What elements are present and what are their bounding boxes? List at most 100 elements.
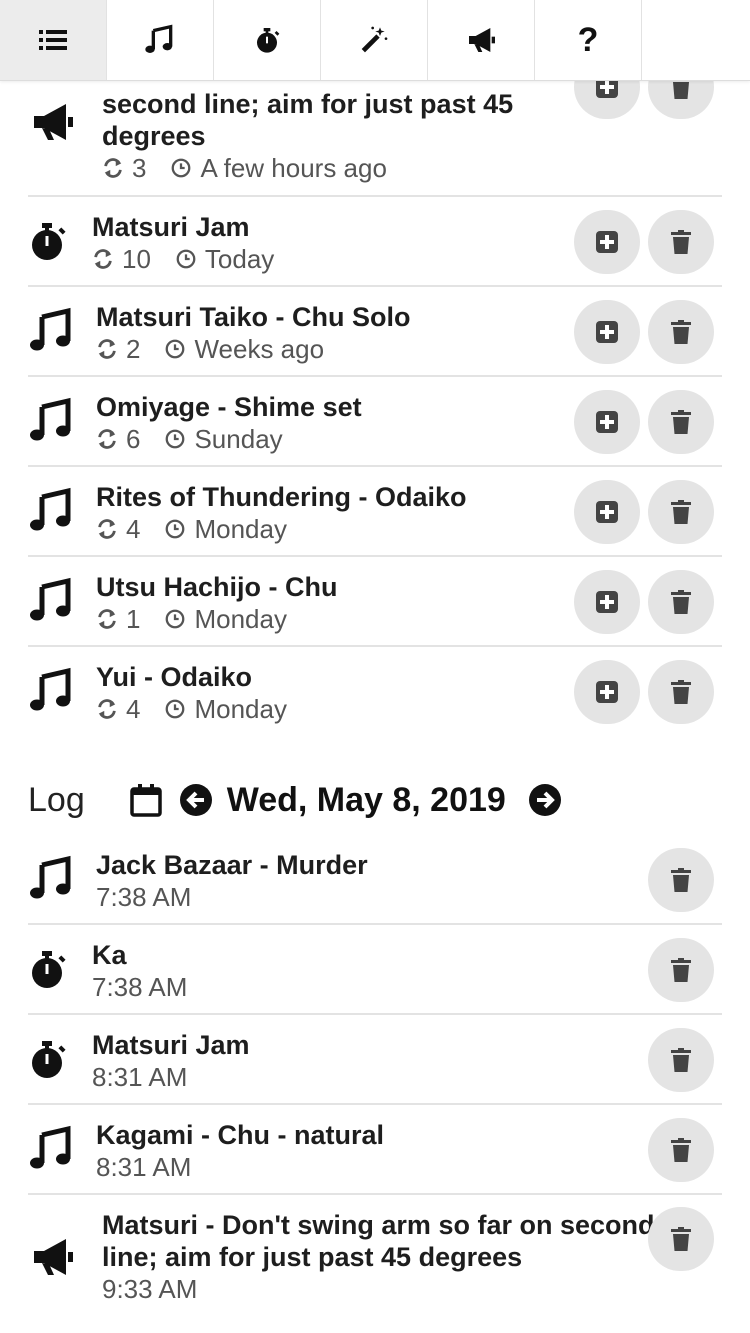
item-meta: 4 Monday: [96, 513, 467, 545]
entry-time: 8:31 AM: [92, 1062, 188, 1092]
delete-button[interactable]: [648, 660, 714, 724]
tab-list[interactable]: [0, 0, 107, 80]
item-title: Matsuri Jam: [92, 212, 250, 242]
log-entry[interactable]: Kagami - Chu - natural 8:31 AM: [28, 1105, 722, 1195]
log-entry[interactable]: Matsuri Jam 8:31 AM: [28, 1015, 722, 1105]
entry-title: Jack Bazaar - Murder: [96, 850, 368, 880]
music-note-icon: [145, 24, 173, 53]
entry-title: Matsuri Jam: [92, 1030, 250, 1060]
list-item[interactable]: Yui - Odaiko 4 Monday: [28, 647, 722, 735]
log-entry[interactable]: Ka 7:38 AM: [28, 925, 722, 1015]
plus-square-icon: [596, 501, 618, 523]
trash-icon: [671, 680, 691, 704]
add-to-log-button[interactable]: [574, 570, 640, 634]
megaphone-icon: [34, 1239, 73, 1275]
entry-time: 9:33 AM: [102, 1274, 198, 1304]
item-meta: 6 Sunday: [96, 423, 362, 455]
entry-time: 8:31 AM: [96, 1152, 192, 1182]
trash-icon: [671, 500, 691, 524]
delete-button[interactable]: [648, 1207, 714, 1271]
add-to-log-button[interactable]: [574, 390, 640, 454]
list-item[interactable]: Rites of Thundering - Odaiko 4 Monday: [28, 467, 722, 557]
repeat-count: 4: [126, 694, 141, 724]
repeat-icon: [94, 249, 112, 269]
music-note-icon: [30, 577, 71, 621]
add-to-log-button[interactable]: [574, 660, 640, 724]
music-note-icon: [30, 1125, 71, 1169]
delete-button[interactable]: [648, 570, 714, 634]
tab-notes[interactable]: [428, 0, 535, 80]
entry-title: Ka: [92, 940, 127, 970]
list-item[interactable]: Matsuri Taiko - Chu Solo 2 Weeks ago: [28, 287, 722, 377]
delete-button[interactable]: [648, 1118, 714, 1182]
music-note-icon: [30, 487, 71, 531]
repeat-icon: [104, 158, 122, 178]
add-to-log-button[interactable]: [574, 210, 640, 274]
repeat-icon: [98, 339, 116, 359]
delete-button[interactable]: [648, 1028, 714, 1092]
tab-bar-spacer: [642, 0, 750, 80]
delete-button[interactable]: [648, 210, 714, 274]
log-header: Log Wed, May 8, 2019: [28, 770, 722, 830]
list-item[interactable]: Utsu Hachijo - Chu 1 Monday: [28, 557, 722, 647]
stopwatch-icon: [32, 1041, 66, 1078]
repeat-count: 4: [126, 514, 141, 544]
log-entry[interactable]: Matsuri - Don't swing arm so far on seco…: [28, 1195, 722, 1320]
trash-icon: [671, 1048, 691, 1072]
trash-icon: [671, 590, 691, 614]
plus-square-icon: [596, 231, 618, 253]
delete-button[interactable]: [648, 480, 714, 544]
log-heading: Log: [28, 780, 85, 819]
stopwatch-icon: [32, 223, 66, 260]
add-to-log-button[interactable]: [574, 480, 640, 544]
list-item[interactable]: Omiyage - Shime set 6 Sunday: [28, 377, 722, 467]
tab-help[interactable]: ?: [535, 0, 642, 80]
stopwatch-icon: [257, 28, 280, 53]
list-item[interactable]: Matsuri Jam 10 Today: [28, 197, 722, 287]
magic-wand-icon: [361, 26, 388, 53]
plus-square-icon: [596, 411, 618, 433]
repeat-icon: [98, 609, 116, 629]
last-practiced: Weeks ago: [194, 334, 325, 364]
item-meta: 3 A few hours ago: [102, 152, 513, 184]
item-meta: 2 Weeks ago: [96, 333, 411, 365]
plus-square-icon: [596, 591, 618, 613]
item-meta: 1 Monday: [96, 603, 338, 635]
last-practiced: A few hours ago: [200, 153, 387, 183]
megaphone-icon: [469, 28, 495, 52]
delete-button[interactable]: [648, 300, 714, 364]
item-meta: 4 Monday: [96, 693, 287, 725]
music-note-icon: [30, 667, 71, 711]
clock-icon: [166, 699, 185, 719]
calendar-icon[interactable]: [129, 783, 163, 817]
add-to-log-button[interactable]: [574, 300, 640, 364]
item-title: degrees: [102, 121, 206, 151]
item-title: Utsu Hachijo - Chu: [96, 572, 338, 602]
routine-list: second line; aim for just past 45 degree…: [28, 55, 722, 735]
clock-icon: [166, 429, 185, 449]
tab-timer[interactable]: [214, 0, 321, 80]
plus-square-icon: [596, 321, 618, 343]
entry-title: Kagami - Chu - natural: [96, 1120, 385, 1150]
log-date: Wed, May 8, 2019: [226, 780, 506, 819]
tab-random[interactable]: [321, 0, 428, 80]
next-day-icon[interactable]: [528, 783, 562, 817]
clock-icon: [166, 339, 185, 359]
previous-day-icon[interactable]: [179, 783, 213, 817]
trash-icon: [671, 320, 691, 344]
last-practiced: Monday: [194, 514, 287, 544]
delete-button[interactable]: [648, 390, 714, 454]
delete-button[interactable]: [648, 938, 714, 1002]
item-meta: 10 Today: [92, 243, 274, 275]
last-practiced: Today: [204, 244, 275, 274]
trash-icon: [671, 230, 691, 254]
log-entry[interactable]: Jack Bazaar - Murder 7:38 AM: [28, 835, 722, 925]
clock-icon: [166, 519, 185, 539]
repeat-icon: [98, 699, 116, 719]
trash-icon: [671, 1227, 691, 1251]
last-practiced: Monday: [194, 604, 287, 634]
delete-button[interactable]: [648, 848, 714, 912]
repeat-count: 3: [132, 153, 147, 183]
tab-songs[interactable]: [107, 0, 214, 80]
entry-time: 7:38 AM: [92, 972, 188, 1002]
